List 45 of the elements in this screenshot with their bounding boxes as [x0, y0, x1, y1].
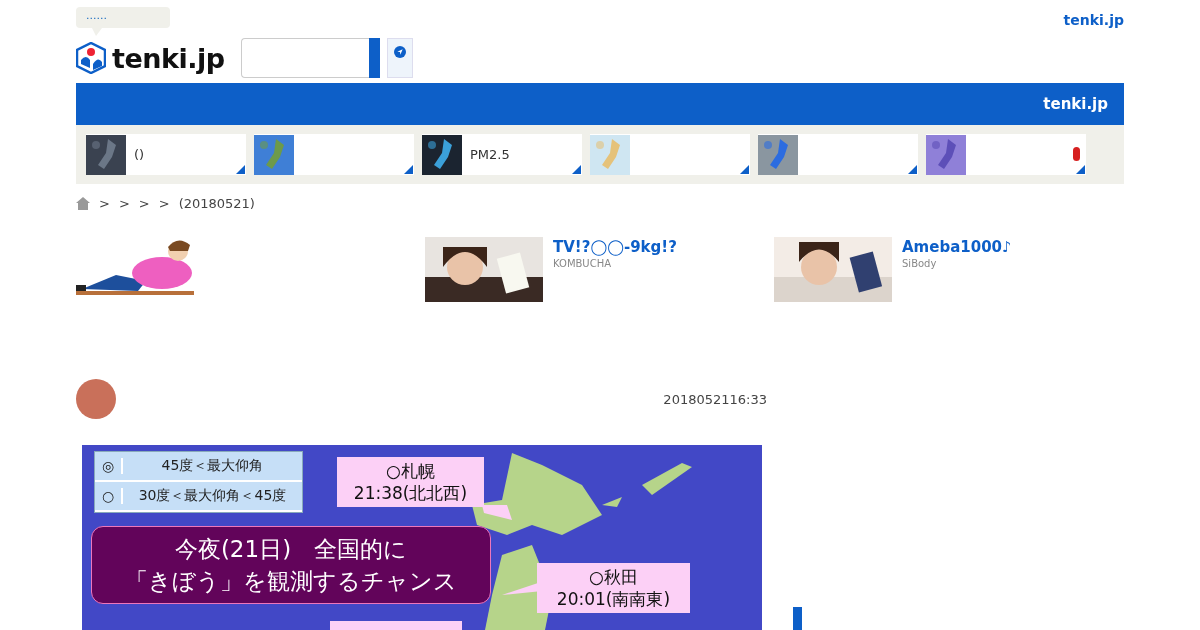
navigation-icon [393, 43, 406, 61]
headline-text: 今夜(21日) 全国的に [173, 535, 409, 564]
corner-icon [404, 165, 413, 174]
breadcrumb-item: (20180521) [178, 196, 255, 211]
avatar [76, 379, 116, 419]
pass-time: 20:01(南南東) [555, 588, 672, 610]
breadcrumb-item[interactable]: > [138, 196, 150, 211]
tile-label: () [134, 147, 145, 162]
corner-icon [908, 165, 917, 174]
ad-title[interactable]: TV!?◯◯-9kg!? [553, 238, 677, 256]
headline-text: 「きぼう」を観測するチャンス [124, 567, 458, 596]
corner-icon [236, 165, 245, 174]
home-icon[interactable] [76, 197, 90, 210]
search-field[interactable] [240, 38, 369, 78]
map-tile[interactable] [926, 134, 1086, 175]
corner-icon [1076, 165, 1085, 174]
legend-text: 30度＜最大仰角＜45度 [137, 487, 288, 505]
map-tile[interactable]: () [86, 134, 246, 175]
ad-title[interactable]: Ameba1000♪ [902, 238, 1012, 256]
logo-text: tenki.jp [112, 42, 225, 74]
city-name: ○秋田 [588, 566, 639, 588]
map-tile[interactable] [254, 134, 414, 175]
legend-text: 45度＜最大仰角 [160, 457, 265, 475]
nav-title[interactable]: tenki.jp [1043, 95, 1108, 113]
map-tile[interactable] [758, 134, 918, 175]
legend-mark: ○ [95, 488, 123, 504]
sidebar-bar [793, 607, 802, 630]
city-name: ○札幌 [385, 460, 436, 482]
map-tile[interactable]: PM2.5 [422, 134, 582, 175]
tile-label: PM2.5 [470, 147, 510, 162]
corner-icon [740, 165, 749, 174]
search-button[interactable] [368, 38, 380, 78]
top-link[interactable]: tenki.jp [1063, 12, 1124, 28]
ad-source: KOMBUCHA [553, 258, 613, 269]
pass-time: 21:38(北北西) [352, 482, 469, 504]
map-tile[interactable] [590, 134, 750, 175]
corner-icon [572, 165, 581, 174]
breadcrumb-item[interactable]: > [118, 196, 130, 211]
legend-mark: ◎ [95, 458, 123, 474]
location-button[interactable] [386, 38, 413, 78]
ad-source: SiBody [902, 258, 938, 269]
breadcrumb-item[interactable]: > [99, 196, 110, 211]
post-date: 2018052116:33 [663, 391, 767, 407]
breadcrumb-item[interactable]: > [158, 196, 170, 211]
logo-icon [76, 42, 106, 74]
